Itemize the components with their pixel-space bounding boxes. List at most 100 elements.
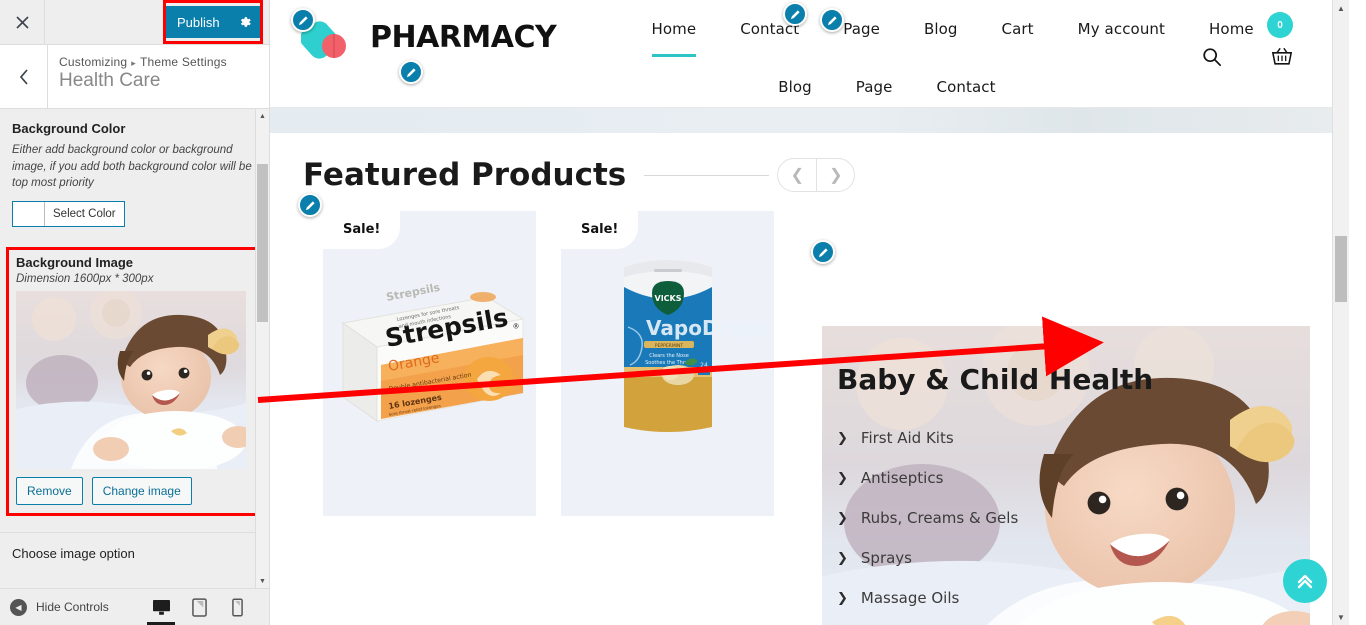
device-preview-switcher [147, 597, 259, 625]
edit-pencil-featured-products[interactable] [298, 193, 322, 217]
featured-products-header: Featured Products ❮ ❯ [270, 157, 1349, 193]
carousel-navigation: ❮ ❯ [777, 158, 856, 192]
nav-row-secondary: Blog Page Contact [556, 78, 1349, 96]
customizer-titles: Customizing ▸ Theme Settings Health Care [48, 45, 227, 108]
page-title: Health Care [59, 70, 161, 91]
edit-pencil-logo[interactable] [291, 8, 315, 32]
svg-text:®: ® [512, 322, 520, 331]
background-image-control: Background Image Dimension 1600px * 300p… [6, 247, 263, 517]
edit-pencil-menu-primary[interactable] [783, 2, 807, 26]
scroll-down-arrow-icon[interactable]: ▼ [1333, 609, 1349, 625]
chevron-right-icon: ❯ [837, 510, 848, 526]
site-preview: PHARMACY Home Contact Page Blog Cart My … [270, 0, 1349, 625]
background-color-heading: Background Color [12, 121, 126, 136]
customizer-topbar: Publish [0, 0, 269, 45]
edit-pencil-menu-secondary[interactable] [820, 8, 844, 32]
remove-image-button[interactable]: Remove [16, 477, 83, 506]
tablet-icon[interactable] [189, 597, 209, 617]
hide-controls-button[interactable]: ◀ Hide Controls [10, 598, 109, 616]
background-image-dimension: Dimension 1600px * 300px [16, 273, 154, 286]
customizer-panel: Publish Customizing ▸ Theme Settings Healt… [0, 0, 270, 625]
promo-category-list: ❯ First Aid Kits ❯ Antiseptics ❯ Rubs, Crea… [837, 418, 1024, 625]
list-item[interactable]: ❯ First Aid Kits [837, 418, 1024, 458]
gear-icon[interactable] [238, 15, 252, 29]
list-item[interactable]: ❯ Antiseptics [837, 458, 1024, 498]
svg-text:VICKS: VICKS [655, 294, 682, 303]
nav-item-blog-row2[interactable]: Blog [756, 78, 834, 96]
background-color-control: Background Color Either add background c… [0, 109, 269, 231]
nav-item-contact[interactable]: Contact [718, 20, 821, 38]
promo-item-label: Antiseptics [860, 469, 944, 487]
chevron-right-icon: ❯ [837, 550, 848, 566]
list-item[interactable]: ❯ Sprays [837, 538, 1024, 578]
scroll-down-arrow-icon[interactable]: ▼ [256, 574, 269, 588]
customizer-scrollbar[interactable]: ▲ ▼ [255, 109, 269, 588]
customizer-section-header: Customizing ▸ Theme Settings Health Care [0, 45, 269, 109]
search-icon[interactable] [1202, 47, 1222, 72]
background-image-actions: Remove Change image [16, 477, 253, 506]
nav-item-home-secondary[interactable]: Home [1187, 20, 1276, 38]
cart-count-badge: 0 [1267, 12, 1293, 38]
publish-highlight-box: Publish [163, 0, 263, 44]
site-header: PHARMACY Home Contact Page Blog Cart My … [270, 0, 1349, 108]
background-image-heading: Background Image [16, 255, 134, 271]
chevron-right-icon: ❯ [837, 430, 848, 446]
product-card-2[interactable]: Sale! VICKS VapoDrops PEPPERMINT Clears … [561, 211, 774, 516]
svg-text:PEPPERMINT: PEPPERMINT [655, 343, 684, 349]
promo-item-label: Sprays [860, 549, 912, 567]
select-color-button[interactable]: Select Color [12, 201, 125, 228]
edit-pencil-promo-banner[interactable] [811, 240, 835, 264]
scroll-up-arrow-icon[interactable]: ▲ [256, 109, 269, 123]
promo-banner-baby-child-health[interactable]: Baby & Child Health ❯ First Aid Kits ❯ Ant… [822, 326, 1310, 625]
preview-scrollbar[interactable]: ▲ ▼ [1332, 0, 1349, 625]
nav-item-cart[interactable]: Cart [980, 20, 1056, 38]
page-content: Featured Products ❮ ❯ Sale! Strepsils ® … [270, 133, 1349, 625]
scroll-up-arrow-icon[interactable]: ▲ [1333, 0, 1349, 16]
background-image-thumbnail[interactable] [16, 291, 246, 470]
mobile-icon[interactable] [227, 597, 247, 617]
nav-item-blog[interactable]: Blog [902, 20, 980, 38]
chevron-right-icon: ❯ [837, 590, 848, 606]
nav-item-contact-row2[interactable]: Contact [915, 78, 1018, 96]
back-button[interactable] [0, 45, 48, 108]
breadcrumb-root[interactable]: Customizing [59, 55, 127, 69]
customizer-body: Background Color Either add background c… [0, 109, 269, 588]
carousel-next-icon[interactable]: ❯ [816, 159, 854, 191]
list-item[interactable]: ❯ Rubs, Creams & Gels [837, 498, 1024, 538]
change-image-button[interactable]: Change image [91, 477, 192, 506]
title-divider [644, 174, 770, 176]
publish-button[interactable]: Publish [166, 6, 260, 38]
background-color-description: Either add background color or backgroun… [12, 144, 252, 190]
promo-item-label: Massage Oils [860, 589, 960, 607]
preview-scrollbar-thumb[interactable] [1335, 236, 1347, 302]
site-logo[interactable]: PHARMACY [270, 0, 557, 60]
nav-row-primary: Home Contact Page Blog Cart My account H… [556, 20, 1349, 57]
nav-item-home[interactable]: Home [630, 20, 719, 57]
basket-icon[interactable]: 0 [1267, 12, 1293, 72]
publish-button-label: Publish [177, 14, 220, 30]
customizer-scrollbar-thumb[interactable] [257, 164, 268, 322]
desktop-icon[interactable] [147, 597, 175, 625]
choose-image-option-control[interactable]: Choose image option [0, 532, 269, 575]
sale-badge: Sale! [323, 211, 401, 249]
product-image-vicks: VICKS VapoDrops PEPPERMINT Clears the No… [561, 251, 774, 441]
select-color-label: Select Color [53, 208, 116, 221]
close-icon[interactable] [0, 0, 45, 44]
breadcrumb-section[interactable]: Theme Settings [140, 55, 227, 69]
nav-item-page-row2[interactable]: Page [834, 78, 915, 96]
nav-item-my-account[interactable]: My account [1056, 20, 1187, 38]
color-swatch [13, 202, 45, 227]
hide-controls-label: Hide Controls [36, 600, 109, 614]
collapse-left-icon: ◀ [10, 598, 27, 616]
sale-badge: Sale! [561, 211, 639, 249]
list-item[interactable]: ❯ Massage Oils [837, 578, 1024, 618]
svg-text:24: 24 [700, 362, 708, 369]
breadcrumb: Customizing ▸ Theme Settings [59, 55, 227, 69]
edit-pencil-site-title[interactable] [399, 60, 423, 84]
carousel-prev-icon[interactable]: ❮ [778, 159, 816, 191]
back-to-top-button[interactable] [1283, 559, 1327, 603]
list-item[interactable]: ❯Anti-Smoking Patches [837, 618, 1024, 625]
svg-text:Clears the Nose: Clears the Nose [649, 353, 689, 359]
breadcrumb-separator: ▸ [131, 58, 136, 68]
product-card-1[interactable]: Sale! Strepsils ® Orange Double antibact… [323, 211, 536, 516]
